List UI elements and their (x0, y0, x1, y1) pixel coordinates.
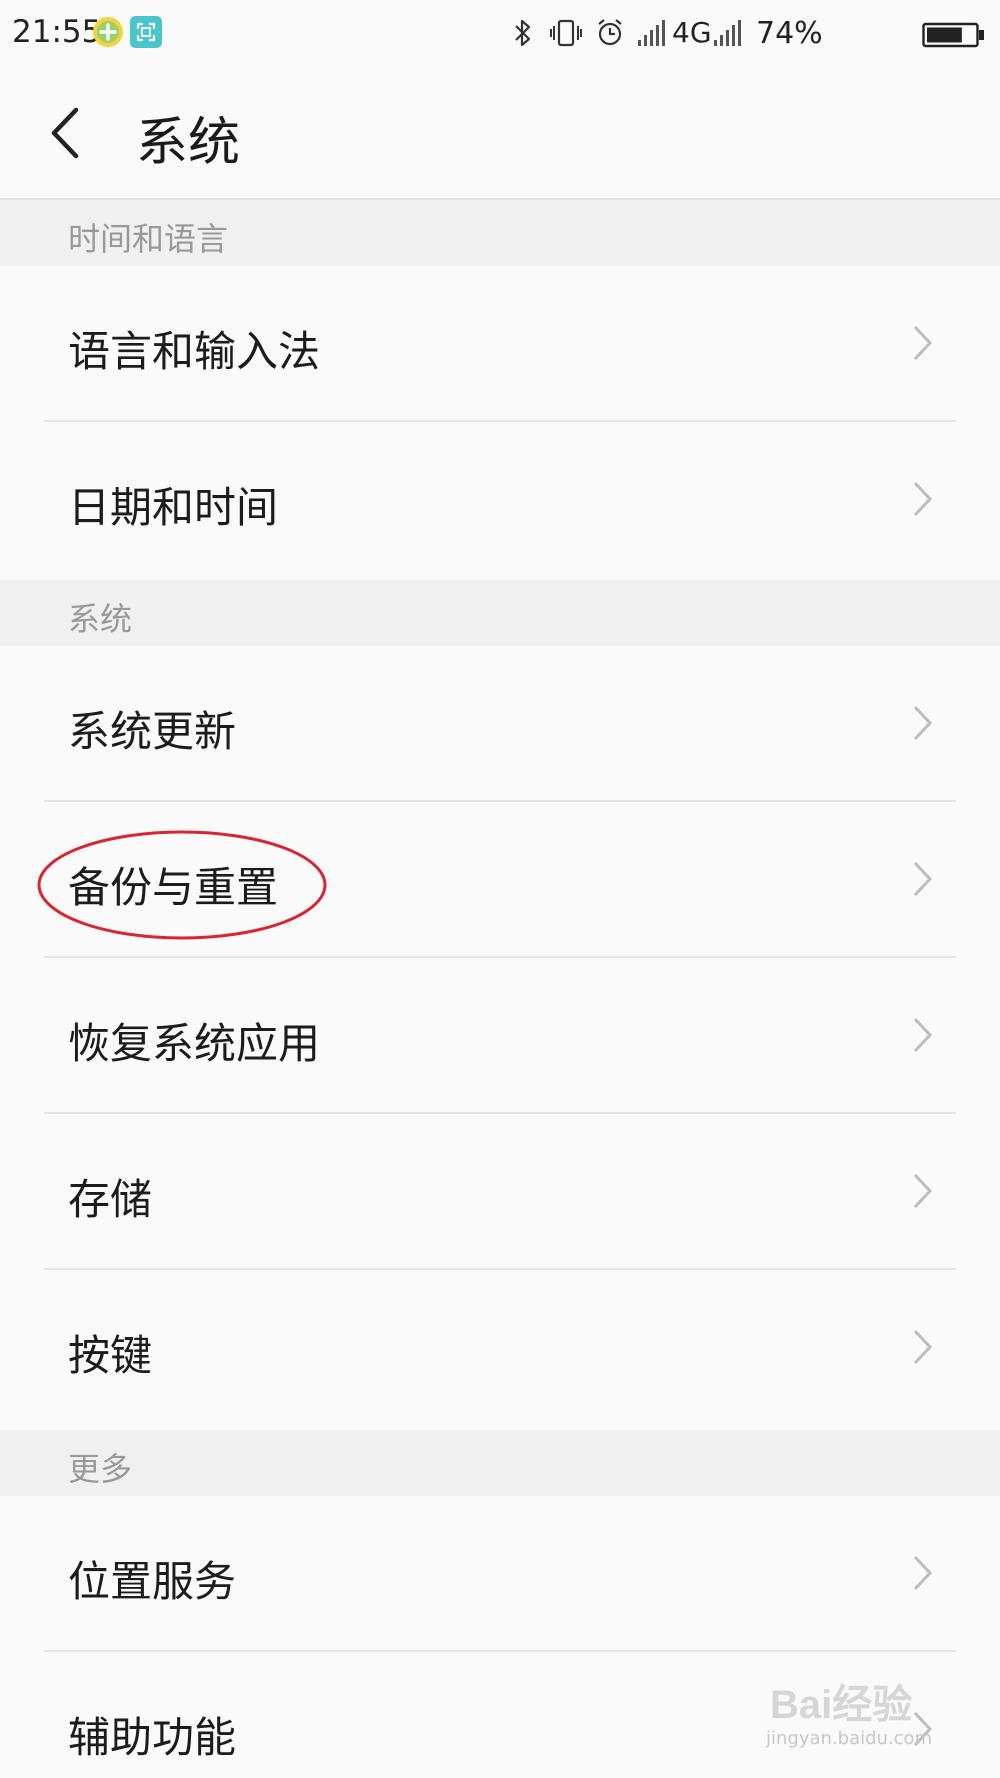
settings-item-label: 存储 (68, 1175, 153, 1224)
section-header-more: 更多 (0, 1430, 1000, 1496)
highlight-ellipse (37, 830, 327, 940)
settings-item-language-input[interactable]: 语言和输入法 (0, 266, 1000, 422)
settings-item-label: 辅助功能 (68, 1713, 237, 1762)
network-type: 4G (672, 16, 712, 49)
app-header: 系统 (0, 72, 1000, 200)
settings-item-storage[interactable]: 存储 (0, 1114, 1000, 1270)
screenshot-icon (130, 16, 162, 48)
watermark-url: jingyan.baidu.com (766, 1728, 933, 1749)
section-header-time-language: 时间和语言 (0, 200, 1000, 266)
chevron-right-icon (913, 1173, 933, 1209)
settings-item-location-services[interactable]: 位置服务 (0, 1496, 1000, 1652)
app-notification-icon (93, 17, 123, 47)
settings-item-label: 按键 (68, 1331, 153, 1380)
battery-percent: 74% (756, 16, 823, 51)
signal-icon (714, 20, 741, 46)
chevron-right-icon (913, 1555, 933, 1591)
status-bar: 21:55 4G 74% (0, 0, 1000, 72)
chevron-left-icon[interactable] (42, 102, 92, 164)
vibrate-icon (550, 19, 582, 47)
status-time: 21:55 (12, 14, 102, 50)
chevron-right-icon (913, 481, 933, 517)
battery-icon (922, 22, 984, 48)
signal-icon (638, 20, 665, 46)
page-title: 系统 (136, 113, 241, 173)
chevron-right-icon (913, 325, 933, 361)
chevron-right-icon (913, 861, 933, 897)
chevron-right-icon (913, 1017, 933, 1053)
section-label: 时间和语言 (68, 220, 229, 258)
settings-item-restore-system-apps[interactable]: 恢复系统应用 (0, 958, 1000, 1114)
settings-item-date-time[interactable]: 日期和时间 (0, 422, 1000, 578)
settings-item-label: 日期和时间 (68, 483, 279, 532)
settings-item-label: 恢复系统应用 (68, 1019, 321, 1068)
alarm-icon (598, 19, 622, 46)
settings-item-system-update[interactable]: 系统更新 (0, 646, 1000, 802)
chevron-right-icon (913, 1329, 933, 1365)
section-label: 更多 (68, 1450, 133, 1488)
watermark-text: Bai经验 (770, 1683, 912, 1727)
settings-item-label: 系统更新 (68, 707, 237, 756)
bluetooth-icon (515, 19, 531, 47)
chevron-right-icon (913, 705, 933, 741)
settings-item-label: 位置服务 (68, 1557, 237, 1606)
settings-item-label: 语言和输入法 (68, 327, 321, 376)
section-label: 系统 (68, 600, 133, 638)
settings-item-keys[interactable]: 按键 (0, 1270, 1000, 1426)
section-header-system: 系统 (0, 580, 1000, 646)
